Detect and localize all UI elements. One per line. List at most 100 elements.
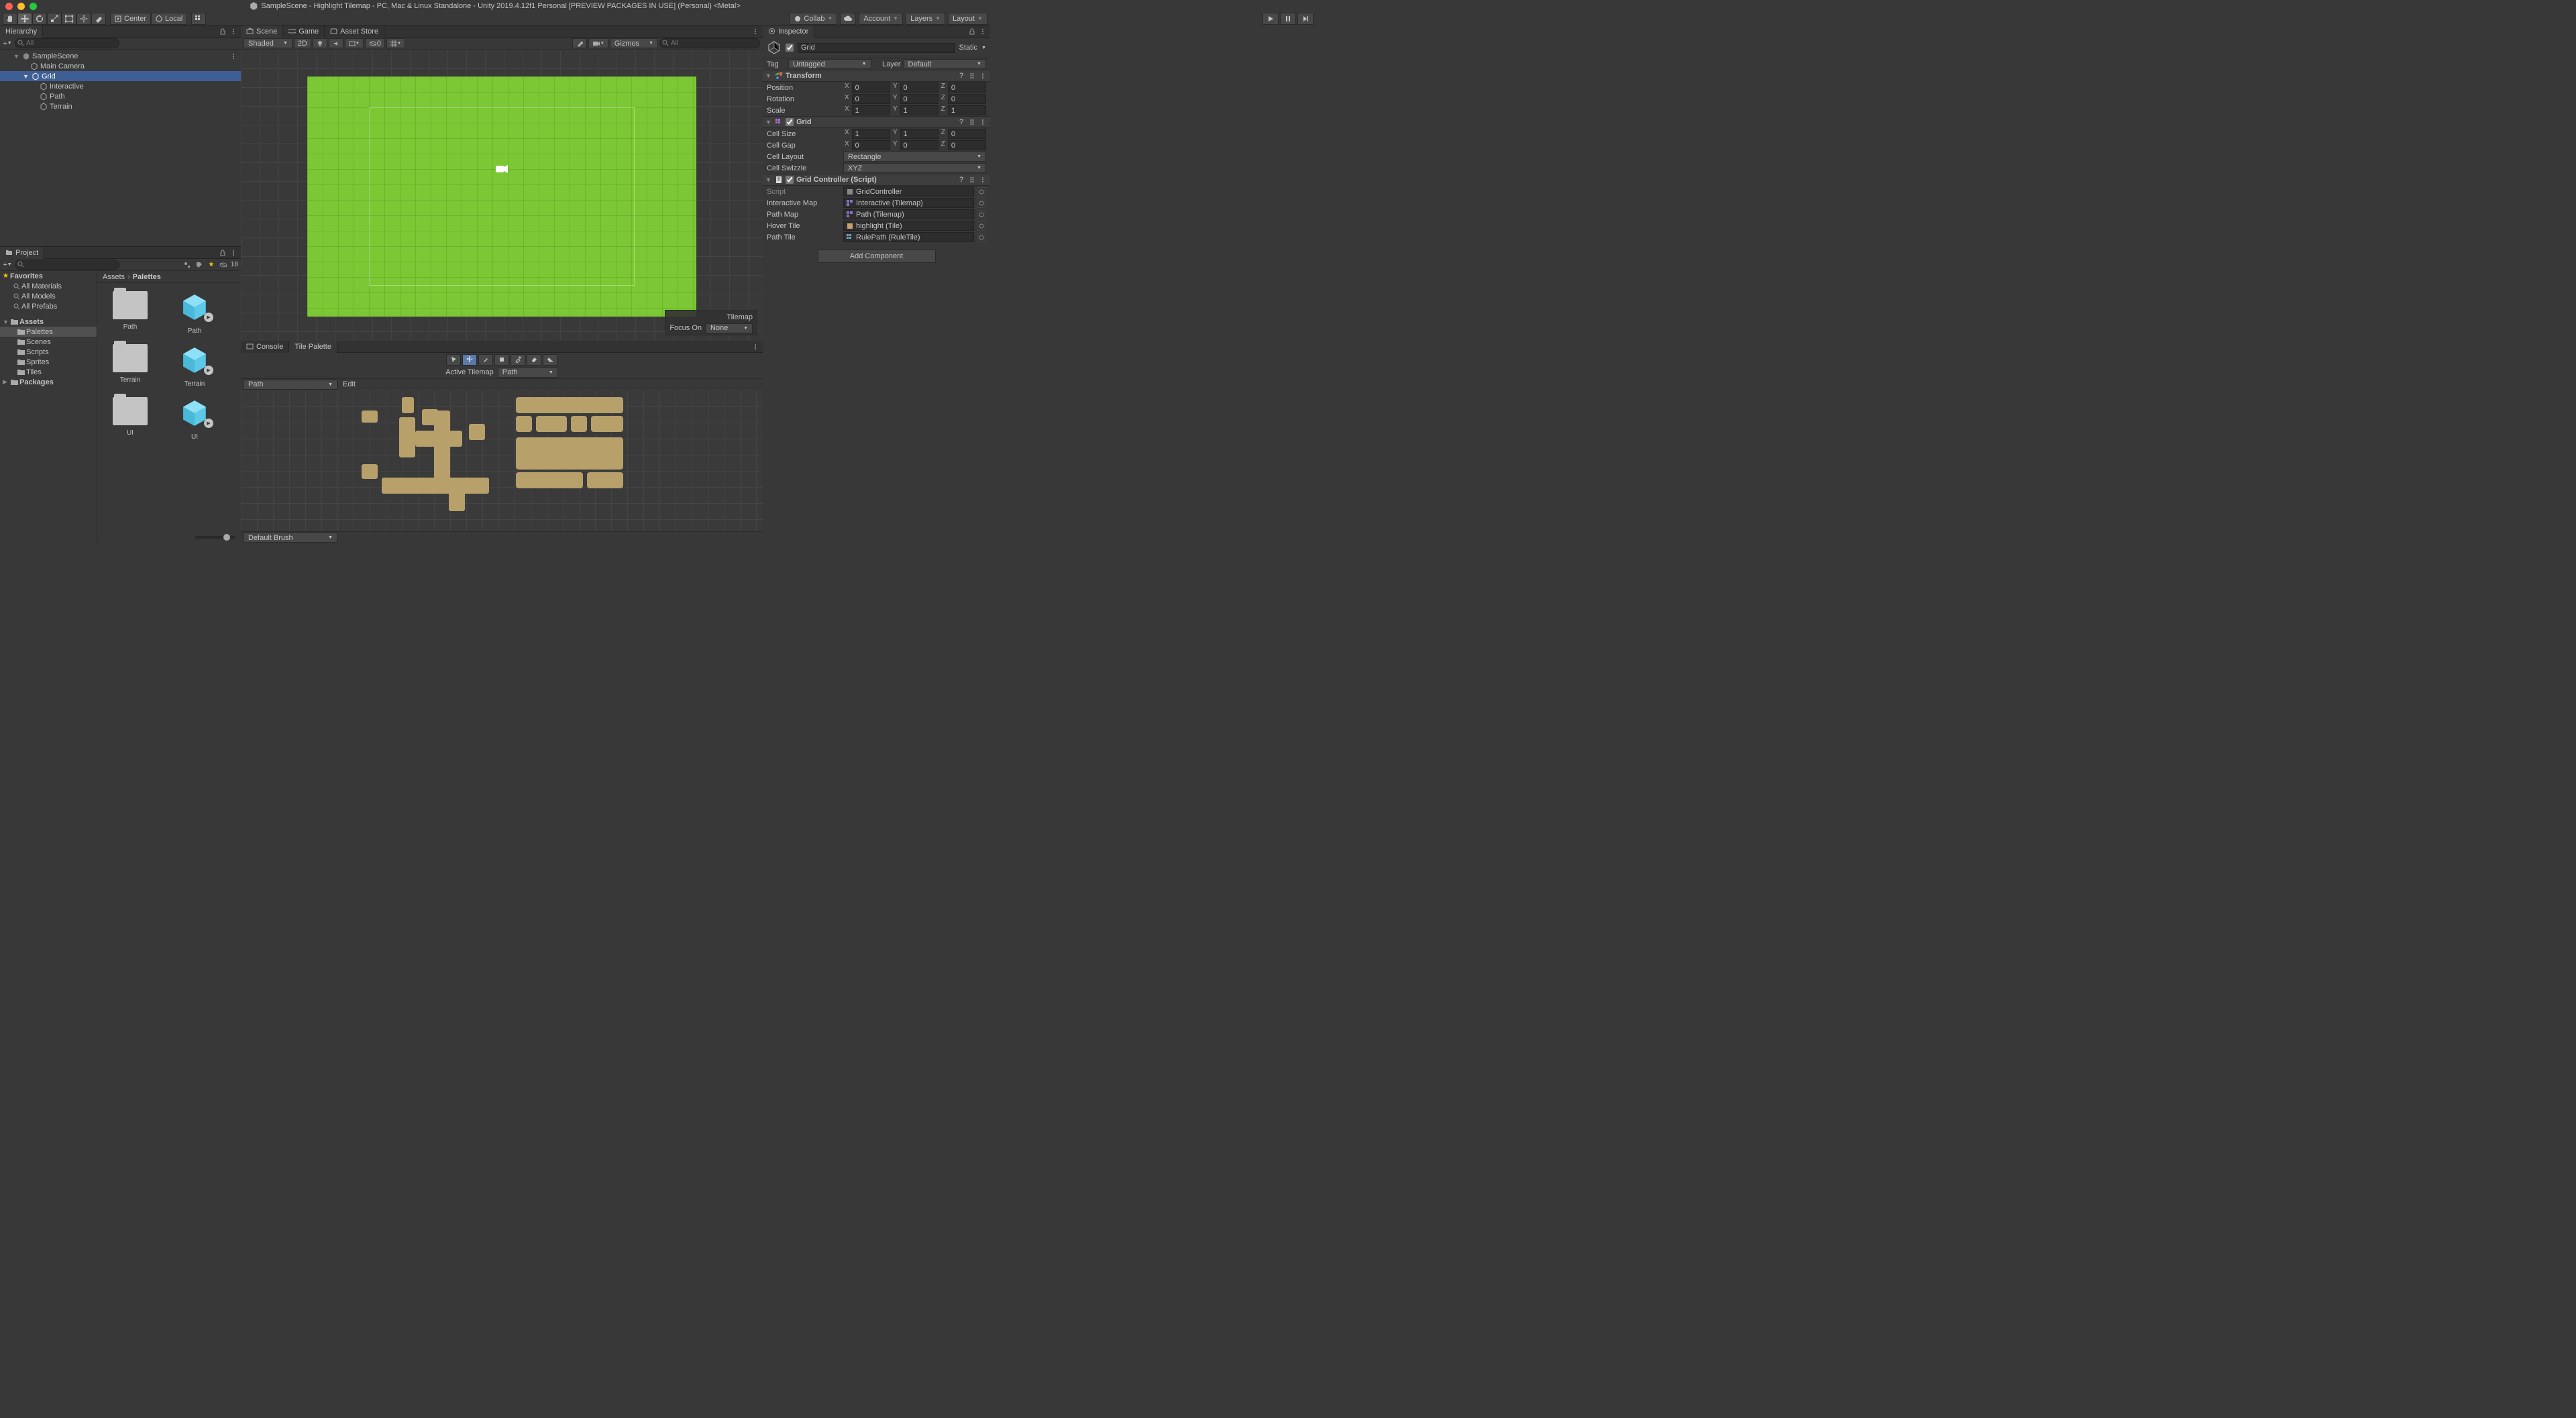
foldout-icon[interactable]: ▼ (13, 53, 20, 60)
hand-tool-button[interactable] (3, 13, 17, 25)
asset-prefab[interactable]: ▶UI (167, 397, 222, 441)
panel-menu-icon[interactable] (751, 27, 760, 36)
position-x-input[interactable]: 0 (852, 83, 890, 93)
scene-search-input[interactable] (659, 38, 760, 48)
grid-enabled-checkbox[interactable] (786, 118, 794, 126)
folder-item[interactable]: Sprites (0, 357, 97, 367)
preset-icon[interactable] (967, 175, 977, 184)
lock-icon[interactable] (967, 27, 977, 36)
game-tab[interactable]: Game (283, 25, 325, 38)
focus-on-dropdown[interactable]: None▼ (706, 323, 753, 333)
script-enabled-checkbox[interactable] (786, 176, 794, 184)
panel-menu-icon[interactable] (751, 342, 760, 351)
object-field[interactable]: Interactive (Tilemap) (843, 198, 974, 208)
panel-menu-icon[interactable] (229, 27, 238, 36)
static-dropdown[interactable]: ▼ (981, 46, 986, 50)
hierarchy-search-input[interactable] (15, 38, 119, 48)
object-picker-button[interactable] (977, 221, 986, 231)
project-search-input[interactable] (15, 260, 119, 270)
gridcontroller-component-header[interactable]: ▼ Grid Controller (Script) ? (763, 174, 990, 186)
grid-component-header[interactable]: ▼ Grid ? (763, 116, 990, 128)
rotation-z-input[interactable]: 0 (948, 94, 986, 104)
layers-dropdown[interactable]: Layers▼ (906, 13, 945, 25)
folder-item[interactable]: Scripts (0, 347, 97, 357)
picker-tool[interactable] (511, 354, 525, 366)
hierarchy-item[interactable]: Interactive (0, 81, 241, 91)
create-button[interactable]: +▼ (3, 39, 12, 48)
object-picker-button[interactable] (977, 199, 986, 208)
scene-view[interactable]: Tilemap Focus On None▼ (241, 50, 763, 341)
folder-item[interactable]: Tiles (0, 367, 97, 377)
breadcrumb-item[interactable]: Palettes (133, 273, 161, 281)
fill-tool[interactable] (543, 354, 557, 366)
brush-dropdown[interactable]: Default Brush▼ (244, 533, 337, 543)
object-picker-button[interactable] (977, 210, 986, 219)
hidden-objects-button[interactable]: 0 (365, 38, 385, 48)
custom-tool-button[interactable] (91, 13, 106, 25)
lighting-toggle[interactable] (313, 38, 327, 48)
panel-menu-icon[interactable] (229, 248, 238, 258)
active-checkbox[interactable] (786, 44, 794, 52)
scale-y-input[interactable]: 1 (900, 105, 938, 115)
lock-icon[interactable] (218, 248, 227, 258)
favorites-header[interactable]: ★Favorites (0, 271, 97, 281)
project-tab[interactable]: Project (0, 247, 44, 259)
cellsize-y-input[interactable]: 1 (900, 129, 938, 139)
preset-icon[interactable] (967, 71, 977, 80)
cellgap-y-input[interactable]: 0 (900, 140, 938, 150)
console-tab[interactable]: Console (241, 341, 289, 353)
filter-by-type-icon[interactable] (182, 260, 192, 270)
object-field[interactable]: RulePath (RuleTile) (843, 232, 974, 242)
cellsize-x-input[interactable]: 1 (852, 129, 890, 139)
filter-by-label-icon[interactable] (195, 260, 204, 270)
palette-dropdown[interactable]: Path▼ (244, 380, 337, 390)
play-button[interactable] (1263, 13, 1279, 25)
close-window-button[interactable] (5, 3, 13, 10)
hierarchy-item[interactable]: Main Camera (0, 61, 241, 71)
pivot-rotation-button[interactable]: Local (151, 13, 187, 25)
add-component-button[interactable]: Add Component (818, 250, 936, 263)
position-z-input[interactable]: 0 (948, 83, 986, 93)
assets-folder[interactable]: ▼Assets (0, 317, 97, 327)
gameobject-name-input[interactable] (798, 43, 955, 53)
scene-tab[interactable]: Scene (241, 25, 283, 38)
select-tool[interactable] (446, 354, 461, 366)
favorite-item[interactable]: All Materials (0, 281, 97, 291)
cell-layout-dropdown[interactable]: Rectangle▼ (843, 152, 986, 162)
cellgap-z-input[interactable]: 0 (948, 140, 986, 150)
cell-swizzle-dropdown[interactable]: XYZ▼ (843, 163, 986, 173)
layer-dropdown[interactable]: Default▼ (904, 59, 987, 69)
cloud-button[interactable] (840, 13, 856, 25)
asset-prefab[interactable]: ▶Terrain (167, 344, 222, 388)
menu-icon[interactable] (978, 71, 987, 80)
rotation-y-input[interactable]: 0 (900, 94, 938, 104)
menu-icon[interactable] (978, 175, 987, 184)
fx-toggle[interactable]: ▼ (345, 38, 364, 48)
save-search-icon[interactable]: ★ (207, 260, 216, 270)
asset-folder[interactable]: Path (103, 291, 158, 335)
folder-item[interactable]: Scenes (0, 337, 97, 347)
asset-store-tab[interactable]: Asset Store (325, 25, 384, 38)
hierarchy-item[interactable]: Terrain (0, 101, 241, 111)
panel-menu-icon[interactable] (978, 27, 987, 36)
camera-button[interactable]: ▼ (588, 38, 608, 48)
object-field[interactable]: Path (Tilemap) (843, 209, 974, 219)
asset-folder[interactable]: Terrain (103, 344, 158, 388)
draw-mode-dropdown[interactable]: Shaded▼ (244, 38, 292, 48)
active-tilemap-dropdown[interactable]: Path▼ (498, 368, 558, 378)
folder-item-selected[interactable]: Palettes (0, 327, 97, 337)
hidden-count-icon[interactable] (219, 260, 228, 270)
asset-size-slider[interactable] (195, 536, 235, 539)
maximize-window-button[interactable] (30, 3, 37, 10)
breadcrumb-item[interactable]: Assets (103, 273, 125, 281)
favorite-item[interactable]: All Prefabs (0, 301, 97, 311)
packages-folder[interactable]: ▶Packages (0, 377, 97, 387)
hierarchy-item-selected[interactable]: ▼ Grid (0, 71, 241, 81)
eraser-tool[interactable] (527, 354, 541, 366)
pause-button[interactable] (1280, 13, 1296, 25)
create-button[interactable]: +▼ (3, 260, 12, 270)
cellgap-x-input[interactable]: 0 (852, 140, 890, 150)
asset-prefab[interactable]: ▶Path (167, 291, 222, 335)
scale-x-input[interactable]: 1 (852, 105, 890, 115)
tag-dropdown[interactable]: Untagged▼ (788, 59, 871, 69)
